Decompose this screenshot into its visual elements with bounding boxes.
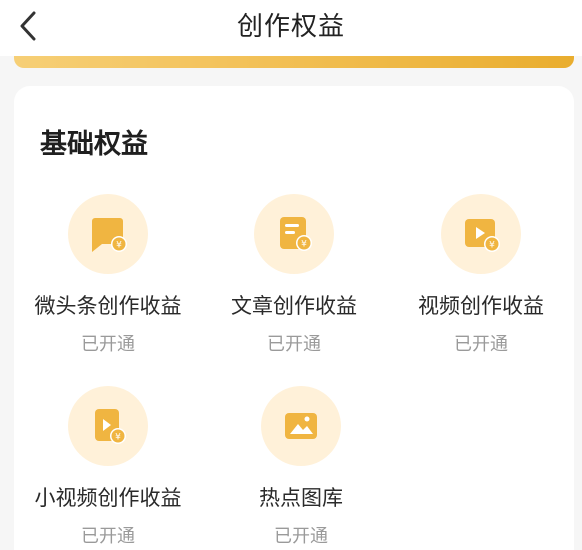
benefit-status: 已开通 [454, 334, 508, 355]
benefit-status: 已开通 [81, 334, 135, 355]
video-yuan-icon: ¥ [465, 219, 500, 252]
svg-text:¥: ¥ [115, 433, 121, 443]
short-video-yuan-icon: ¥ [95, 409, 126, 444]
benefit-status: 已开通 [267, 334, 321, 355]
benefit-icon-wrap: ¥ [441, 194, 521, 274]
svg-text:¥: ¥ [301, 240, 307, 250]
benefit-item-video[interactable]: ¥ 视频创作收益 已开通 [386, 194, 576, 356]
benefit-label: 视频创作收益 [418, 294, 544, 318]
section-title: 基础权益 [40, 129, 148, 160]
benefit-icon-wrap [261, 386, 341, 466]
benefit-item-short-video[interactable]: ¥ 小视频创作收益 已开通 [13, 386, 203, 548]
benefit-label: 微头条创作收益 [34, 294, 182, 318]
benefit-icon-wrap: ¥ [254, 194, 334, 274]
benefit-label: 小视频创作收益 [34, 486, 182, 510]
chat-bubble-yuan-icon: ¥ [92, 218, 127, 252]
benefit-status: 已开通 [274, 526, 328, 547]
benefit-label: 文章创作收益 [231, 294, 357, 318]
benefit-status: 已开通 [81, 526, 135, 547]
benefit-icon-wrap: ¥ [68, 194, 148, 274]
benefits-card: 基础权益 ¥ 微头条创作收益 已开通 ¥ 文章创作收益 已开通 ¥ 视频创作收益… [14, 86, 574, 550]
gold-banner-edge [14, 56, 574, 68]
page-title: 创作权益 [236, 12, 345, 42]
benefit-label: 热点图库 [259, 486, 343, 510]
top-bar: 创作权益 [0, 0, 582, 56]
benefit-item-micro-post[interactable]: ¥ 微头条创作收益 已开通 [13, 194, 203, 356]
document-yuan-icon: ¥ [280, 217, 312, 251]
benefit-item-hot-gallery[interactable]: 热点图库 已开通 [206, 386, 396, 548]
page: 创作权益 基础权益 ¥ 微头条创作收益 已开通 ¥ 文章创作收益 已开通 ¥ 视… [0, 0, 582, 550]
benefit-icon-wrap: ¥ [68, 386, 148, 466]
svg-text:¥: ¥ [116, 241, 122, 251]
benefit-item-article[interactable]: ¥ 文章创作收益 已开通 [199, 194, 389, 356]
image-gallery-icon [285, 413, 317, 439]
svg-text:¥: ¥ [489, 241, 495, 251]
